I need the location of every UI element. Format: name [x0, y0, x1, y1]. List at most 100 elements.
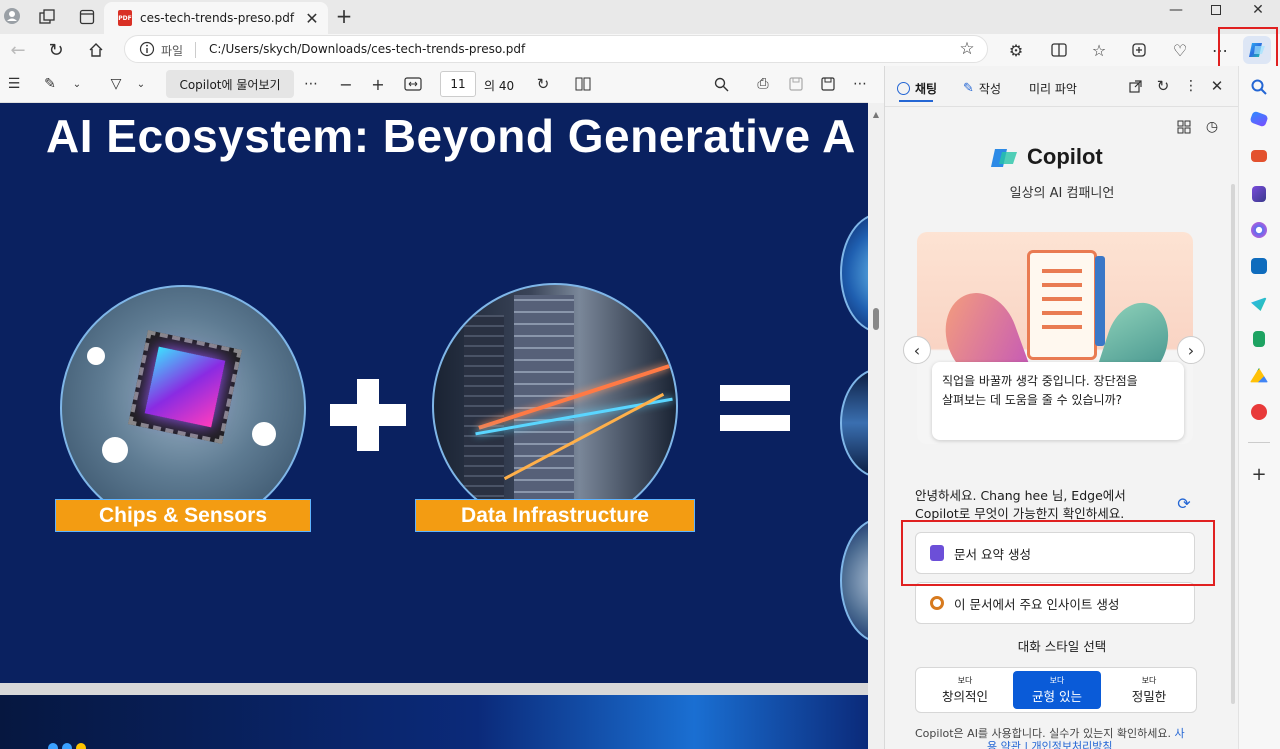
- card-text-line1: 직업을 바꿀까 생각 중입니다. 장단점을: [942, 374, 1138, 388]
- draw-chevron-icon[interactable]: ⌄: [134, 76, 148, 92]
- tab-insights[interactable]: 미리 파악: [1029, 78, 1077, 98]
- chat-icon: [897, 81, 910, 95]
- compose-icon: ✎: [963, 80, 974, 96]
- scroll-thumb[interactable]: [873, 308, 879, 330]
- print-icon[interactable]: ⎙: [754, 76, 772, 92]
- equals-sign: [720, 385, 790, 431]
- save-icon[interactable]: [787, 76, 805, 92]
- home-icon[interactable]: [86, 40, 106, 60]
- new-tab-button[interactable]: +: [334, 4, 354, 28]
- info-icon[interactable]: [139, 41, 155, 57]
- panel-refresh-icon[interactable]: ↻: [1155, 77, 1171, 95]
- carousel-prev-icon[interactable]: ‹: [903, 336, 931, 364]
- collections-icon[interactable]: [1129, 40, 1149, 60]
- highlight-tool-icon[interactable]: ✎: [42, 76, 58, 92]
- rotate-icon[interactable]: ↻: [534, 75, 552, 93]
- plugins-icon[interactable]: [1175, 118, 1193, 136]
- browser-essentials-icon[interactable]: ♡: [1170, 40, 1190, 60]
- pdf-file-icon: PDF: [118, 10, 132, 26]
- split-screen-icon[interactable]: [1049, 40, 1069, 60]
- sidebar-divider: [1248, 442, 1270, 443]
- panel-close-icon[interactable]: ✕: [1209, 77, 1225, 95]
- profile-icon[interactable]: [4, 8, 20, 24]
- style-heading: 대화 스타일 선택: [1017, 639, 1107, 654]
- scroll-up-icon[interactable]: ▲: [871, 109, 881, 119]
- carousel-next-icon[interactable]: ›: [1177, 336, 1205, 364]
- insights-icon: [930, 596, 944, 610]
- copilot-logo: [989, 146, 1019, 170]
- footer-links[interactable]: 용 약관 | 개인정보처리방침: [987, 738, 1113, 749]
- tab-title: ces-tech-trends-preso.pdf: [140, 11, 295, 25]
- contents-icon[interactable]: ☰: [6, 76, 22, 92]
- open-in-tab-icon[interactable]: [1127, 78, 1143, 94]
- insights-label: 이 문서에서 주요 인사이트 생성: [954, 596, 1120, 612]
- maximize-button[interactable]: [1208, 2, 1224, 18]
- generate-insights-button[interactable]: 이 문서에서 주요 인사이트 생성: [915, 582, 1195, 624]
- workspaces-icon[interactable]: [38, 8, 56, 26]
- favorite-star-icon[interactable]: ☆: [957, 39, 977, 59]
- sidebar-red-app-icon[interactable]: [1251, 404, 1267, 420]
- draw-tool-icon[interactable]: ▽: [108, 76, 124, 92]
- sidebar-add-icon[interactable]: +: [1249, 464, 1269, 485]
- slide-title: AI Ecosystem: Beyond Generative A: [46, 110, 856, 162]
- history-icon[interactable]: ◷: [1203, 118, 1221, 136]
- tab-actions-icon[interactable]: [78, 8, 96, 26]
- style-creative[interactable]: 보다 창의적인: [921, 672, 1009, 708]
- ask-copilot-button[interactable]: Copilot에 물어보기: [166, 70, 294, 98]
- address-url[interactable]: C:/Users/skych/Downloads/ces-tech-trends…: [209, 42, 525, 56]
- page-view-icon[interactable]: [574, 76, 592, 92]
- search-icon[interactable]: [712, 76, 730, 92]
- card-text-line2: 살펴보는 데 도움을 줄 수 있습니까?: [942, 393, 1123, 407]
- sidebar-outlook-icon[interactable]: [1251, 258, 1267, 274]
- refresh-suggestions-icon[interactable]: ⟳: [1175, 494, 1193, 513]
- pdf-toolbar: ☰ ✎ ⌄ ▽ ⌄ Copilot에 물어보기 ⋯ − + 11 의 40 ↻ …: [0, 66, 868, 103]
- sidebar-tools-icon[interactable]: [1251, 150, 1267, 162]
- close-window-button[interactable]: ✕: [1250, 2, 1266, 18]
- more-tools-icon[interactable]: ⋯: [302, 76, 320, 92]
- zoom-out-icon[interactable]: −: [338, 75, 354, 94]
- favorites-icon[interactable]: ☆: [1089, 40, 1109, 60]
- back-icon[interactable]: ←: [8, 40, 28, 61]
- page-number-input[interactable]: 11: [440, 71, 476, 97]
- highlight-summarize-button: [901, 520, 1215, 586]
- zoom-in-icon[interactable]: +: [370, 75, 386, 94]
- panel-scrollbar[interactable]: [1231, 184, 1235, 704]
- style-balanced-label: 균형 있는: [1032, 689, 1082, 704]
- ask-copilot-label: Copilot에 물어보기: [179, 77, 281, 92]
- style-balanced[interactable]: 보다 균형 있는: [1013, 671, 1101, 709]
- footer-terms-link-start[interactable]: 사: [1174, 727, 1184, 740]
- data-center-image: [432, 283, 678, 529]
- sidebar-docs-icon[interactable]: [1253, 331, 1265, 347]
- panel-more-icon[interactable]: ⋮: [1183, 78, 1199, 94]
- pdf-scrollbar[interactable]: ▲: [868, 103, 884, 749]
- style-balanced-small: 보다: [1049, 676, 1065, 685]
- chip-image: [60, 285, 306, 531]
- right-image-top: [840, 213, 868, 333]
- pdf-more-icon[interactable]: ⋯: [852, 76, 868, 92]
- plus-sign: [330, 379, 406, 451]
- extensions-icon[interactable]: ⚙: [1006, 40, 1026, 60]
- minimize-button[interactable]: —: [1168, 2, 1184, 18]
- copilot-tagline: 일상의 AI 컴패니언: [1009, 186, 1115, 201]
- sidebar-search-icon[interactable]: [1249, 77, 1269, 97]
- style-precise[interactable]: 보다 정밀한: [1105, 672, 1193, 708]
- fit-page-icon[interactable]: [403, 76, 423, 92]
- address-bar[interactable]: 파일 C:/Users/skych/Downloads/ces-tech-tre…: [124, 35, 988, 63]
- next-slide-preview: [0, 695, 868, 749]
- highlight-chevron-icon[interactable]: ⌄: [70, 76, 84, 92]
- style-precise-label: 정밀한: [1131, 689, 1167, 704]
- sidebar-m365-icon[interactable]: [1251, 222, 1267, 238]
- greeting-line1: 안녕하세요. Chang hee 님, Edge에서: [915, 488, 1126, 503]
- address-divider: [195, 42, 196, 58]
- save-as-icon[interactable]: [819, 76, 837, 92]
- refresh-icon[interactable]: ↻: [46, 40, 66, 61]
- tab-compose[interactable]: ✎ 작성: [963, 78, 1001, 98]
- close-tab-icon[interactable]: ✕: [304, 9, 320, 28]
- tab-strip: PDF ces-tech-trends-preso.pdf ✕ + — ✕: [0, 0, 1280, 34]
- label-data-infrastructure-text: Data Infrastructure: [461, 503, 649, 527]
- tab-chat[interactable]: 채팅: [897, 78, 937, 98]
- sidebar-games-icon[interactable]: [1252, 186, 1266, 202]
- card-text-bubble[interactable]: 직업을 바꿀까 생각 중입니다. 장단점을 살펴보는 데 도움을 줄 수 있습니…: [932, 362, 1184, 440]
- page-total: 의 40: [484, 79, 515, 93]
- tab-pdf[interactable]: PDF ces-tech-trends-preso.pdf ✕: [104, 2, 328, 34]
